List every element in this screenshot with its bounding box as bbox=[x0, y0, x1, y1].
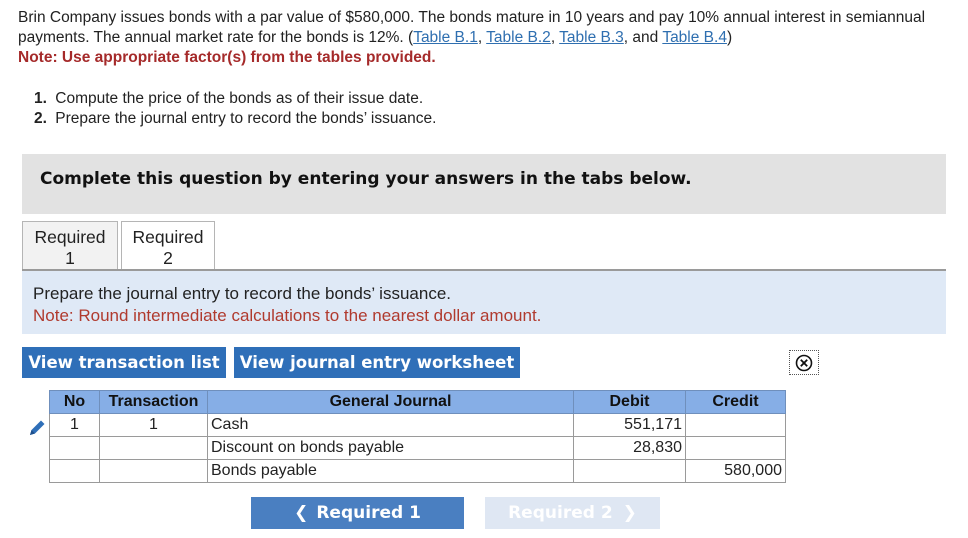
factor-note: Note: Use appropriate factor(s) from the… bbox=[18, 49, 436, 66]
table-b1-link[interactable]: Table B.1 bbox=[413, 29, 478, 46]
table-b3-link[interactable]: Table B.3 bbox=[559, 29, 624, 46]
instruction-text: Prepare the journal entry to record the … bbox=[33, 284, 452, 303]
cell-credit[interactable] bbox=[685, 436, 786, 460]
cell-account[interactable]: Discount on bonds payable bbox=[207, 436, 574, 460]
tab-required-1[interactable]: Required 1 bbox=[22, 221, 118, 269]
cell-debit[interactable] bbox=[573, 459, 686, 483]
col-no: No bbox=[49, 390, 100, 414]
close-button[interactable] bbox=[789, 350, 819, 375]
step-item: 1. Compute the price of the bonds as of … bbox=[34, 89, 436, 109]
step-item: 2. Prepare the journal entry to record t… bbox=[34, 109, 436, 129]
col-credit: Credit bbox=[685, 390, 786, 414]
next-label: Required 2 bbox=[508, 503, 613, 523]
prev-required-1-button[interactable]: ❮ Required 1 bbox=[251, 497, 464, 529]
col-transaction: Transaction bbox=[99, 390, 208, 414]
tab-label-number: 2 bbox=[163, 248, 173, 268]
cell-no bbox=[49, 459, 100, 483]
step-list: 1. Compute the price of the bonds as of … bbox=[34, 89, 436, 129]
rounding-note: Note: Round intermediate calculations to… bbox=[33, 306, 542, 325]
view-transaction-list-button[interactable]: View transaction list bbox=[22, 347, 226, 378]
table-row: Bonds payable 580,000 bbox=[49, 459, 786, 483]
cell-credit[interactable] bbox=[685, 413, 786, 437]
problem-statement: Brin Company issues bonds with a par val… bbox=[18, 8, 963, 68]
separator: , bbox=[550, 29, 560, 46]
cell-debit[interactable]: 551,171 bbox=[573, 413, 686, 437]
separator: ) bbox=[726, 29, 733, 46]
cell-transaction bbox=[99, 436, 208, 460]
cell-transaction bbox=[99, 459, 208, 483]
step-text: Compute the price of the bonds as of the… bbox=[55, 90, 424, 107]
tab-label: Required bbox=[132, 227, 204, 247]
separator: , and bbox=[623, 29, 663, 46]
step-text: Prepare the journal entry to record the … bbox=[55, 110, 437, 127]
journal-entry-table: No Transaction General Journal Debit Cre… bbox=[49, 390, 786, 483]
cell-no bbox=[49, 436, 100, 460]
close-circle-icon bbox=[795, 354, 813, 371]
step-number: 2. bbox=[34, 110, 47, 127]
view-journal-worksheet-button[interactable]: View journal entry worksheet bbox=[234, 347, 520, 378]
step-number: 1. bbox=[34, 90, 47, 107]
col-debit: Debit bbox=[573, 390, 686, 414]
cell-transaction: 1 bbox=[99, 413, 208, 437]
chevron-left-icon: ❮ bbox=[294, 503, 309, 523]
cell-no: 1 bbox=[49, 413, 100, 437]
table-b4-link[interactable]: Table B.4 bbox=[662, 29, 727, 46]
tab-required-2[interactable]: Required 2 bbox=[121, 221, 215, 269]
tab-label: Required bbox=[34, 227, 106, 247]
next-required-2-button[interactable]: Required 2 ❯ bbox=[485, 497, 660, 529]
instruction-banner: Complete this question by entering your … bbox=[22, 154, 946, 214]
pencil-icon bbox=[30, 420, 45, 435]
tab-label-number: 1 bbox=[65, 248, 75, 268]
table-row: Discount on bonds payable 28,830 bbox=[49, 436, 786, 460]
cell-credit[interactable]: 580,000 bbox=[685, 459, 786, 483]
table-row: 1 1 Cash 551,171 bbox=[49, 413, 786, 437]
cell-debit[interactable]: 28,830 bbox=[573, 436, 686, 460]
separator: , bbox=[477, 29, 487, 46]
prev-label: Required 1 bbox=[316, 503, 421, 523]
cell-account[interactable]: Bonds payable bbox=[207, 459, 574, 483]
col-general-journal: General Journal bbox=[207, 390, 574, 414]
tab-instructions: Prepare the journal entry to record the … bbox=[22, 271, 946, 334]
edit-entry-button[interactable] bbox=[26, 417, 48, 439]
cell-account[interactable]: Cash bbox=[207, 413, 574, 437]
table-b2-link[interactable]: Table B.2 bbox=[486, 29, 551, 46]
chevron-right-icon: ❯ bbox=[622, 503, 637, 523]
table-header-row: No Transaction General Journal Debit Cre… bbox=[49, 390, 786, 414]
